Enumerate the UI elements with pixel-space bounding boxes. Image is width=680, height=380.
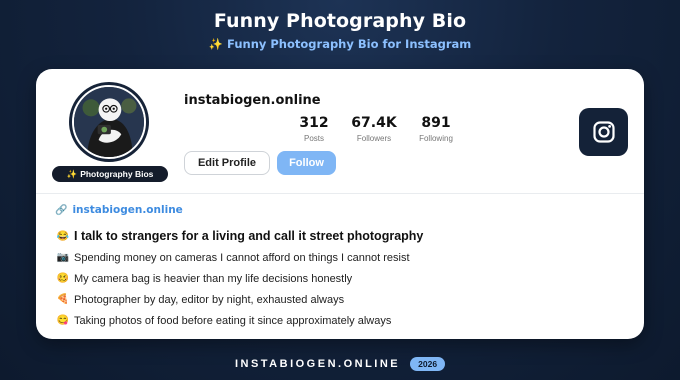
stat-posts-value: 312 bbox=[299, 115, 329, 131]
stat-followers[interactable]: 67.4K Followers bbox=[348, 115, 400, 143]
page-footer: INSTABIOGEN.ONLINE 2026 bbox=[0, 357, 680, 371]
camera-emoji-icon: 📷 bbox=[56, 252, 70, 263]
yum-emoji-icon: 😋 bbox=[56, 315, 70, 326]
bio-line: 📷 Spending money on cameras I cannot aff… bbox=[55, 247, 625, 268]
bio-line: 😂 I talk to strangers for a living and c… bbox=[55, 225, 625, 247]
sparkles-icon: ✨ bbox=[208, 37, 224, 51]
page-header: Funny Photography Bio ✨ Funny Photography… bbox=[0, 10, 680, 51]
profile-stats: 312 Posts 67.4K Followers 891 Following bbox=[294, 115, 472, 143]
avatar-image bbox=[72, 85, 146, 159]
instagram-glyph bbox=[592, 121, 615, 143]
follow-button[interactable]: Follow bbox=[277, 151, 336, 175]
page-subtitle-text: Funny Photography Bio for Instagram bbox=[227, 37, 472, 51]
avatar[interactable] bbox=[69, 82, 149, 162]
stat-followers-value: 67.4K bbox=[351, 115, 397, 131]
card-divider bbox=[36, 193, 644, 194]
stat-following[interactable]: 891 Following bbox=[414, 115, 458, 143]
bio-line: 🍕 Photographer by day, editor by night, … bbox=[55, 289, 625, 310]
page-subtitle: ✨ Funny Photography Bio for Instagram bbox=[0, 37, 680, 51]
bio-line-text: Taking photos of food before eating it s… bbox=[74, 314, 392, 327]
profile-card: ✨ Photography Bios instabiogen.online 312… bbox=[36, 69, 644, 339]
cartoon-photographer-avatar bbox=[74, 87, 144, 157]
footer-brand[interactable]: INSTABIOGEN.ONLINE bbox=[235, 358, 400, 370]
laughing-emoji-icon: 😂 bbox=[56, 230, 70, 242]
bio-line-text: My camera bag is heavier than my life de… bbox=[74, 272, 353, 285]
bio-list: 😂 I talk to strangers for a living and c… bbox=[55, 225, 625, 331]
profile-link[interactable]: 🔗 instabiogen.online bbox=[55, 204, 183, 216]
page-title: Funny Photography Bio bbox=[213, 10, 467, 32]
stat-following-label: Following bbox=[419, 134, 453, 143]
stat-posts-label: Posts bbox=[303, 134, 324, 143]
bio-line-text: Spending money on cameras I cannot affor… bbox=[74, 251, 410, 264]
sparkles-icon: ✨ bbox=[66, 169, 78, 179]
stat-followers-label: Followers bbox=[356, 134, 392, 143]
edit-profile-button[interactable]: Edit Profile bbox=[184, 151, 270, 175]
bio-line: 🥴 My camera bag is heavier than my life … bbox=[55, 268, 625, 289]
pizza-emoji-icon: 🍕 bbox=[56, 294, 70, 305]
bio-line: 😋 Taking photos of food before eating it… bbox=[55, 310, 625, 331]
stat-following-value: 891 bbox=[421, 115, 451, 131]
stat-posts[interactable]: 312 Posts bbox=[294, 115, 334, 143]
profile-link-text[interactable]: instabiogen.online bbox=[72, 204, 182, 216]
category-badge: ✨ Photography Bios bbox=[52, 166, 168, 182]
woozy-emoji-icon: 🥴 bbox=[56, 273, 70, 284]
category-badge-label: Photography Bios bbox=[80, 169, 154, 179]
bio-line-text: Photographer by day, editor by night, ex… bbox=[74, 293, 345, 306]
link-icon: 🔗 bbox=[55, 204, 68, 216]
profile-username: instabiogen.online bbox=[184, 93, 321, 108]
instagram-icon[interactable] bbox=[579, 108, 628, 156]
bio-line-text: I talk to strangers for a living and cal… bbox=[74, 229, 424, 243]
footer-year-badge: 2026 bbox=[410, 357, 446, 371]
